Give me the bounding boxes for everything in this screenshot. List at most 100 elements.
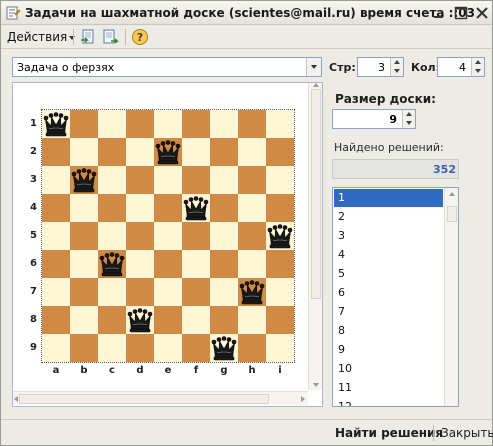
spinner-buttons[interactable] <box>471 58 484 76</box>
actions-menu[interactable]: Действия <box>7 30 76 44</box>
scroll-thumb[interactable] <box>19 394 269 404</box>
board-square[interactable] <box>126 334 154 362</box>
board-square[interactable] <box>154 194 182 222</box>
board-square[interactable] <box>238 166 266 194</box>
board-square[interactable] <box>42 166 70 194</box>
board-square[interactable] <box>126 194 154 222</box>
list-item[interactable]: 1 <box>334 189 443 207</box>
board-square[interactable] <box>154 334 182 362</box>
import-icon[interactable] <box>79 28 97 46</box>
board-square[interactable] <box>238 334 266 362</box>
help-icon[interactable]: ? <box>131 28 149 46</box>
board-square[interactable] <box>98 334 126 362</box>
list-item[interactable]: 8 <box>334 322 443 340</box>
board-square[interactable] <box>182 306 210 334</box>
spinner-buttons[interactable] <box>390 58 403 76</box>
list-vertical-scrollbar[interactable] <box>444 188 458 406</box>
board-square[interactable] <box>182 334 210 362</box>
board-square[interactable] <box>210 334 238 362</box>
board-square[interactable] <box>98 166 126 194</box>
board-horizontal-scrollbar[interactable] <box>13 391 308 405</box>
scroll-right-icon[interactable] <box>301 396 305 402</box>
board-square[interactable] <box>238 110 266 138</box>
board-square[interactable] <box>42 194 70 222</box>
export-icon[interactable] <box>101 28 119 46</box>
board-square[interactable] <box>98 194 126 222</box>
board-square[interactable] <box>238 306 266 334</box>
board-square[interactable] <box>182 194 210 222</box>
list-item[interactable]: 3 <box>334 227 443 245</box>
board-square[interactable] <box>182 138 210 166</box>
close-icon[interactable] <box>474 5 490 21</box>
list-item[interactable]: 6 <box>334 284 443 302</box>
board-vertical-scrollbar[interactable] <box>308 83 322 390</box>
board-square[interactable] <box>154 278 182 306</box>
board-square[interactable] <box>210 138 238 166</box>
board-square[interactable] <box>42 334 70 362</box>
board-square[interactable] <box>70 194 98 222</box>
board-square[interactable] <box>182 166 210 194</box>
board-square[interactable] <box>238 194 266 222</box>
board-square[interactable] <box>70 250 98 278</box>
list-item[interactable]: 2 <box>334 208 443 226</box>
task-select[interactable]: Задача о ферзях <box>12 57 322 77</box>
close-button[interactable]: Закрыть <box>441 426 493 440</box>
chess-board[interactable] <box>42 110 294 362</box>
board-square[interactable] <box>266 138 294 166</box>
board-square[interactable] <box>70 222 98 250</box>
board-square[interactable] <box>182 278 210 306</box>
board-square[interactable] <box>70 334 98 362</box>
board-square[interactable] <box>266 250 294 278</box>
board-square[interactable] <box>126 278 154 306</box>
board-square[interactable] <box>42 110 70 138</box>
board-square[interactable] <box>210 110 238 138</box>
board-square[interactable] <box>154 166 182 194</box>
board-square[interactable] <box>70 166 98 194</box>
list-item[interactable]: 12 <box>334 398 443 406</box>
board-square[interactable] <box>126 222 154 250</box>
board-square[interactable] <box>70 306 98 334</box>
board-square[interactable] <box>126 250 154 278</box>
board-square[interactable] <box>98 110 126 138</box>
board-square[interactable] <box>126 110 154 138</box>
board-square[interactable] <box>42 222 70 250</box>
board-square[interactable] <box>154 306 182 334</box>
board-square[interactable] <box>70 138 98 166</box>
list-item[interactable]: 10 <box>334 360 443 378</box>
board-square[interactable] <box>266 110 294 138</box>
board-square[interactable] <box>182 250 210 278</box>
board-square[interactable] <box>98 278 126 306</box>
row-spinner[interactable]: 3 <box>357 57 404 77</box>
board-square[interactable] <box>210 166 238 194</box>
spin-up-icon[interactable] <box>475 60 481 64</box>
minimize-icon[interactable] <box>431 5 447 21</box>
board-square[interactable] <box>98 306 126 334</box>
list-item[interactable]: 5 <box>334 265 443 283</box>
board-square[interactable] <box>238 222 266 250</box>
board-square[interactable] <box>182 222 210 250</box>
board-square[interactable] <box>154 222 182 250</box>
board-square[interactable] <box>42 278 70 306</box>
maximize-icon[interactable] <box>453 5 469 21</box>
list-item[interactable]: 4 <box>334 246 443 264</box>
solutions-list[interactable]: 1 2 3 4 5 6 7 8 9 10 11 12 <box>332 187 459 407</box>
board-square[interactable] <box>154 110 182 138</box>
scroll-thumb[interactable] <box>447 206 457 222</box>
spin-up-icon[interactable] <box>406 112 412 116</box>
board-square[interactable] <box>42 306 70 334</box>
col-spinner[interactable]: 4 <box>437 57 485 77</box>
find-solutions-button[interactable]: Найти решения <box>335 426 443 440</box>
board-square[interactable] <box>126 306 154 334</box>
spin-up-icon[interactable] <box>394 60 400 64</box>
board-square[interactable] <box>266 306 294 334</box>
board-square[interactable] <box>98 250 126 278</box>
board-square[interactable] <box>210 194 238 222</box>
board-square[interactable] <box>266 278 294 306</box>
board-square[interactable] <box>98 222 126 250</box>
board-square[interactable] <box>266 166 294 194</box>
spin-down-icon[interactable] <box>394 69 400 73</box>
spin-down-icon[interactable] <box>475 69 481 73</box>
board-square[interactable] <box>210 222 238 250</box>
board-square[interactable] <box>266 194 294 222</box>
dropdown-arrow-icon[interactable] <box>306 58 321 76</box>
